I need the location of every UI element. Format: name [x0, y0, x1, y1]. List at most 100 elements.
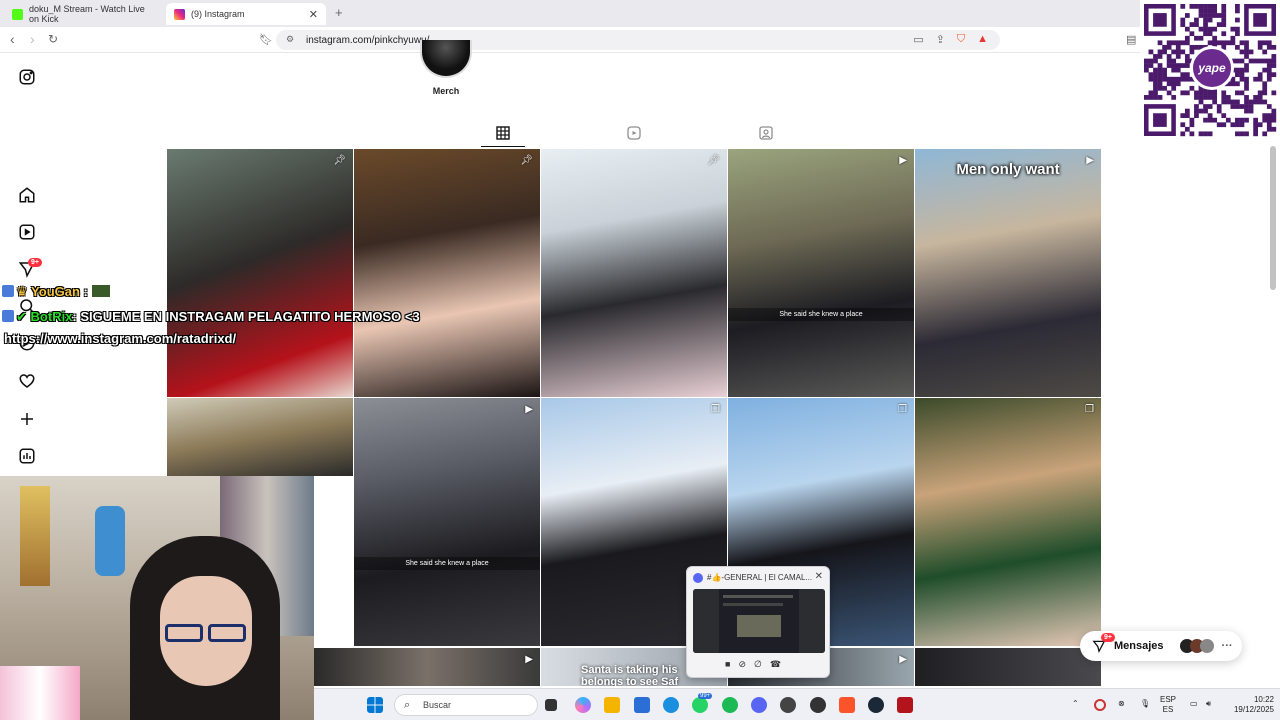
- windows-start-icon[interactable]: [367, 697, 383, 713]
- url-text: instagram.com/pinkchyuwu/: [306, 34, 430, 46]
- post-tile[interactable]: [167, 398, 353, 476]
- brave-shield-icon[interactable]: ⛉: [957, 33, 965, 46]
- close-icon[interactable]: ✕: [815, 571, 823, 582]
- carousel-icon: ❐: [711, 404, 720, 415]
- tray-app-icon[interactable]: [1094, 699, 1106, 711]
- highlight-merch[interactable]: [420, 40, 472, 78]
- grid-icon[interactable]: [496, 126, 510, 140]
- chat-message: ♛ YouGan :: [2, 284, 110, 300]
- store-icon[interactable]: [634, 697, 650, 713]
- discord-window-thumbnail[interactable]: [693, 589, 825, 653]
- clock[interactable]: 10:22 19/12/2025: [1226, 695, 1274, 715]
- reel-icon: ▶: [899, 654, 907, 665]
- tab-instagram[interactable]: (9) Instagram ✕: [166, 3, 326, 25]
- post-tile[interactable]: ▶ Men only want: [915, 149, 1101, 397]
- qr-code: yape: [1140, 0, 1280, 140]
- messages-badge: 9+: [1101, 633, 1115, 642]
- spotify-icon[interactable]: [722, 697, 738, 713]
- post-tile[interactable]: 📌︎: [167, 149, 353, 397]
- pin-icon: 📌︎: [333, 155, 346, 166]
- home-icon[interactable]: [17, 185, 37, 205]
- deafen-icon[interactable]: ∅: [754, 659, 762, 670]
- brave-rewards-icon[interactable]: ▲: [977, 33, 988, 46]
- task-view-icon[interactable]: [545, 699, 557, 711]
- network-icon[interactable]: ▭: [1190, 699, 1198, 709]
- dashboard-icon[interactable]: [17, 446, 37, 466]
- language-indicator[interactable]: ESP ES: [1160, 695, 1176, 715]
- more-icon[interactable]: ···: [1222, 640, 1233, 652]
- reels-icon[interactable]: [17, 222, 37, 242]
- whatsapp-icon[interactable]: [692, 697, 708, 713]
- back-icon[interactable]: ‹: [10, 31, 15, 47]
- post-tile[interactable]: 📌︎: [354, 149, 540, 397]
- messages-label: Mensajes: [1114, 640, 1164, 652]
- create-icon[interactable]: [17, 409, 37, 429]
- reload-icon[interactable]: ↻: [48, 32, 58, 46]
- chat-message: ✔ BotRix: SIGUEME EN INSTRAGAM PELAGATIT…: [2, 309, 420, 325]
- chat-link: https://www.instagram.com/ratadrixd/: [4, 331, 237, 346]
- steam-icon[interactable]: [868, 697, 884, 713]
- pin-icon: 📌︎: [707, 155, 720, 166]
- chevron-up-icon[interactable]: ⌃: [1072, 699, 1079, 709]
- tab-title: doku_M Stream - Watch Live on Kick: [29, 4, 145, 24]
- tab-kick[interactable]: doku_M Stream - Watch Live on Kick: [4, 3, 164, 25]
- post-tile[interactable]: 📌︎: [541, 149, 727, 397]
- new-tab-button[interactable]: +: [335, 5, 343, 20]
- post-tile[interactable]: ❐: [915, 398, 1101, 646]
- post-tile[interactable]: [915, 648, 1101, 686]
- camera-icon[interactable]: ■: [725, 659, 730, 670]
- date: 19/12/2025: [1233, 705, 1274, 714]
- chat-separator: :: [83, 284, 88, 299]
- close-icon[interactable]: ✕: [309, 8, 318, 21]
- discord-taskbar-icon[interactable]: [751, 697, 767, 713]
- obs-icon[interactable]: [780, 697, 796, 713]
- microphone-icon[interactable]: 🎙︎: [1140, 699, 1150, 709]
- bookmark-icon[interactable]: 🔖︎: [259, 33, 273, 46]
- brave-taskbar-icon[interactable]: [839, 697, 855, 713]
- file-explorer-icon[interactable]: [604, 697, 620, 713]
- dota-icon[interactable]: [897, 697, 913, 713]
- mute-icon[interactable]: ⊘: [738, 659, 746, 670]
- post-tile[interactable]: ▶ She said she knew a place: [728, 149, 914, 397]
- discord-icon: [693, 573, 703, 583]
- language-code: ESP: [1160, 695, 1177, 704]
- instagram-favicon-icon: [174, 8, 185, 20]
- search-icon: ⌕: [404, 699, 411, 711]
- instagram-logo-icon[interactable]: [17, 67, 37, 87]
- kick-badge-icon: [2, 310, 14, 322]
- edge-icon[interactable]: [663, 697, 679, 713]
- scrollbar-thumb[interactable]: [1270, 146, 1276, 290]
- chat-username: BotRix: [30, 309, 73, 324]
- tray-icon[interactable]: ⊗: [1118, 699, 1125, 709]
- volume-icon[interactable]: 🔊︎: [1206, 699, 1211, 709]
- reels-tab-icon[interactable]: [627, 126, 641, 140]
- app-icon[interactable]: [810, 697, 826, 713]
- share-icon[interactable]: ⇪: [936, 33, 945, 46]
- post-tile[interactable]: ▶ She said she knew a place: [354, 398, 540, 646]
- cast-icon[interactable]: ▭: [913, 33, 923, 46]
- discord-preview-popup[interactable]: #👍-GENERAL | El CAMAL... ✕ ■ ⊘ ∅ ☎: [686, 566, 830, 678]
- post-caption: She said she knew a place: [728, 308, 914, 321]
- taskbar-search[interactable]: ⌕ Buscar: [394, 694, 538, 716]
- carousel-icon: ❐: [898, 404, 907, 415]
- browser-tab-bar: doku_M Stream - Watch Live on Kick (9) I…: [0, 0, 1280, 27]
- chat-text: : SIGUEME EN INSTRAGAM PELAGATITO HERMOS…: [72, 309, 420, 324]
- copilot-icon[interactable]: [575, 697, 591, 713]
- reel-icon: ▶: [899, 155, 907, 166]
- address-bar[interactable]: ⚙ instagram.com/pinkchyuwu/ ▭ ⇪ ⛉ ▲: [276, 30, 1000, 50]
- post-tile[interactable]: ▶: [314, 648, 540, 686]
- forward-icon[interactable]: ›: [30, 31, 35, 47]
- notification-badge: 9+: [28, 258, 42, 267]
- notifications-icon[interactable]: [17, 371, 37, 391]
- browser-toolbar: ‹ › ↻ 🔖︎ ⚙ instagram.com/pinkchyuwu/ ▭ ⇪…: [0, 27, 1140, 53]
- hangup-icon[interactable]: ☎: [770, 659, 781, 670]
- windows-taskbar: ⌕ Buscar 99+ ⌃ ⊗ 🎙︎ ESP ES ▭ 🔊︎ 10:22 19…: [314, 688, 1280, 720]
- post-overlay-text: Men only want: [956, 161, 1060, 178]
- yape-logo-icon: yape: [1190, 46, 1234, 90]
- tagged-icon[interactable]: [759, 126, 773, 140]
- post-caption: She said she knew a place: [354, 557, 540, 570]
- page-scrollbar[interactable]: [1268, 140, 1278, 685]
- site-info-icon[interactable]: ⚙: [286, 34, 294, 45]
- keyboard-layout: ES: [1162, 705, 1174, 714]
- sidebar-toggle-icon[interactable]: ▤: [1126, 33, 1136, 46]
